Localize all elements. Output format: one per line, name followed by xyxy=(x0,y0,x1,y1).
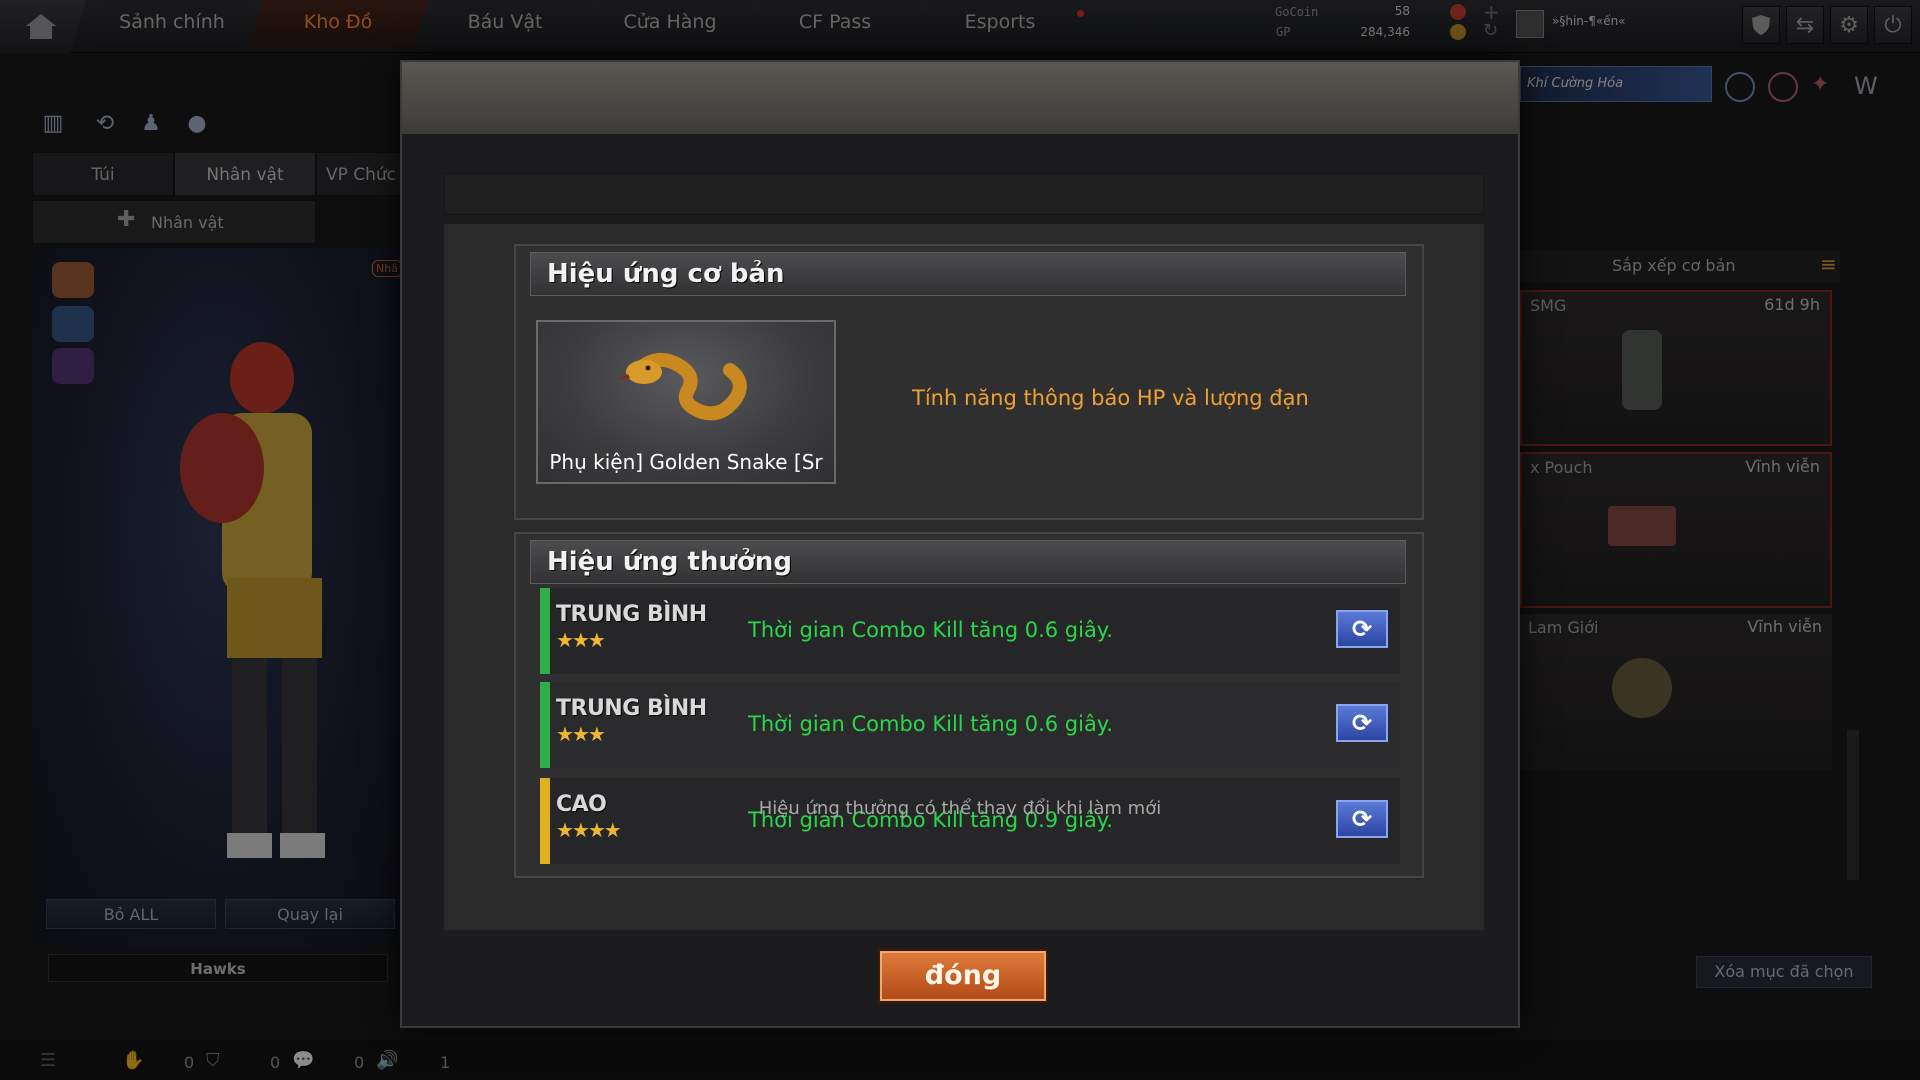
bonus-effect-section: Hiệu ứng thưởng TRUNG BÌNH ★★★ Thời gian… xyxy=(514,532,1424,878)
tier-color-bar xyxy=(540,682,550,768)
close-button[interactable]: đóng xyxy=(880,951,1046,1001)
dialog-hint: Hiệu ứng thưởng có thể thay đổi khi làm … xyxy=(758,798,1162,819)
refresh-effect-button[interactable]: ⟳ xyxy=(1336,704,1388,742)
refresh-icon: ⟳ xyxy=(1351,709,1373,737)
bonus-effect-list: TRUNG BÌNH ★★★ Thời gian Combo Kill tăng… xyxy=(516,584,1422,874)
item-name: Phụ kiện] Golden Snake [Sr xyxy=(549,450,823,474)
refresh-icon: ⟳ xyxy=(1351,615,1373,643)
effect-text: Thời gian Combo Kill tăng 0.6 giây. xyxy=(748,712,1113,736)
dialog-header xyxy=(402,62,1518,134)
bonus-effect-title: Hiệu ứng thưởng xyxy=(530,540,1406,584)
effect-text: Thời gian Combo Kill tăng 0.6 giây. xyxy=(748,618,1113,642)
tier-color-bar xyxy=(540,778,550,864)
effect-dialog: Hiệu ứng cơ bản Phụ kiện] Golden Snake [… xyxy=(400,60,1520,1028)
basic-effect-section: Hiệu ứng cơ bản Phụ kiện] Golden Snake [… xyxy=(514,244,1424,520)
tier-name: TRUNG BÌNH xyxy=(556,696,707,721)
tier-color-bar xyxy=(540,588,550,674)
basic-effect-text: Tính năng thông báo HP và lượng đạn xyxy=(912,386,1309,410)
tier-name: TRUNG BÌNH xyxy=(556,602,707,627)
snake-icon xyxy=(618,353,747,421)
bonus-effect-row: CAO ★★★★ Thời gian Combo Kill tăng 0.9 g… xyxy=(540,778,1400,864)
basic-effect-title: Hiệu ứng cơ bản xyxy=(530,252,1406,296)
refresh-effect-button[interactable]: ⟳ xyxy=(1336,610,1388,648)
bonus-effect-row: TRUNG BÌNH ★★★ Thời gian Combo Kill tăng… xyxy=(540,588,1400,674)
item-preview: Phụ kiện] Golden Snake [Sr xyxy=(536,320,836,484)
bonus-effect-row: TRUNG BÌNH ★★★ Thời gian Combo Kill tăng… xyxy=(540,682,1400,768)
tier-stars: ★★★ xyxy=(556,722,606,746)
tier-stars: ★★★ xyxy=(556,628,606,652)
tier-stars: ★★★★ xyxy=(556,818,622,842)
dialog-strip xyxy=(444,173,1484,215)
